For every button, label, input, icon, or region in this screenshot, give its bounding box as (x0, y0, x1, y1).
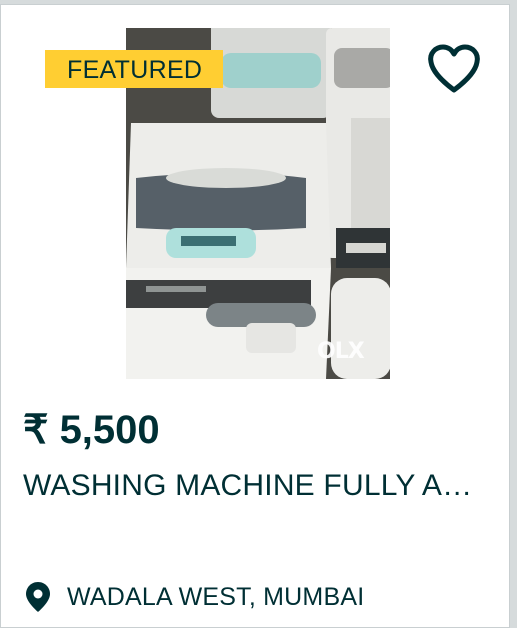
location-text: WADALA WEST, MUMBAI (67, 582, 365, 611)
featured-badge: FEATURED (45, 50, 223, 88)
listing-price: ₹ 5,500 (23, 408, 160, 452)
listing-card[interactable]: FEATURED OLX ₹ 5,500 WASHING MACHINE FUL… (0, 4, 510, 628)
olx-watermark: OLX (317, 339, 365, 364)
favorite-button[interactable] (425, 43, 483, 95)
listing-location: WADALA WEST, MUMBAI (23, 579, 364, 615)
listing-image-area[interactable]: FEATURED OLX (1, 5, 509, 383)
heart-outline-icon (428, 44, 480, 93)
map-pin-icon (23, 580, 53, 614)
listing-title[interactable]: WASHING MACHINE FULLY AUTOMATIC (23, 469, 493, 503)
